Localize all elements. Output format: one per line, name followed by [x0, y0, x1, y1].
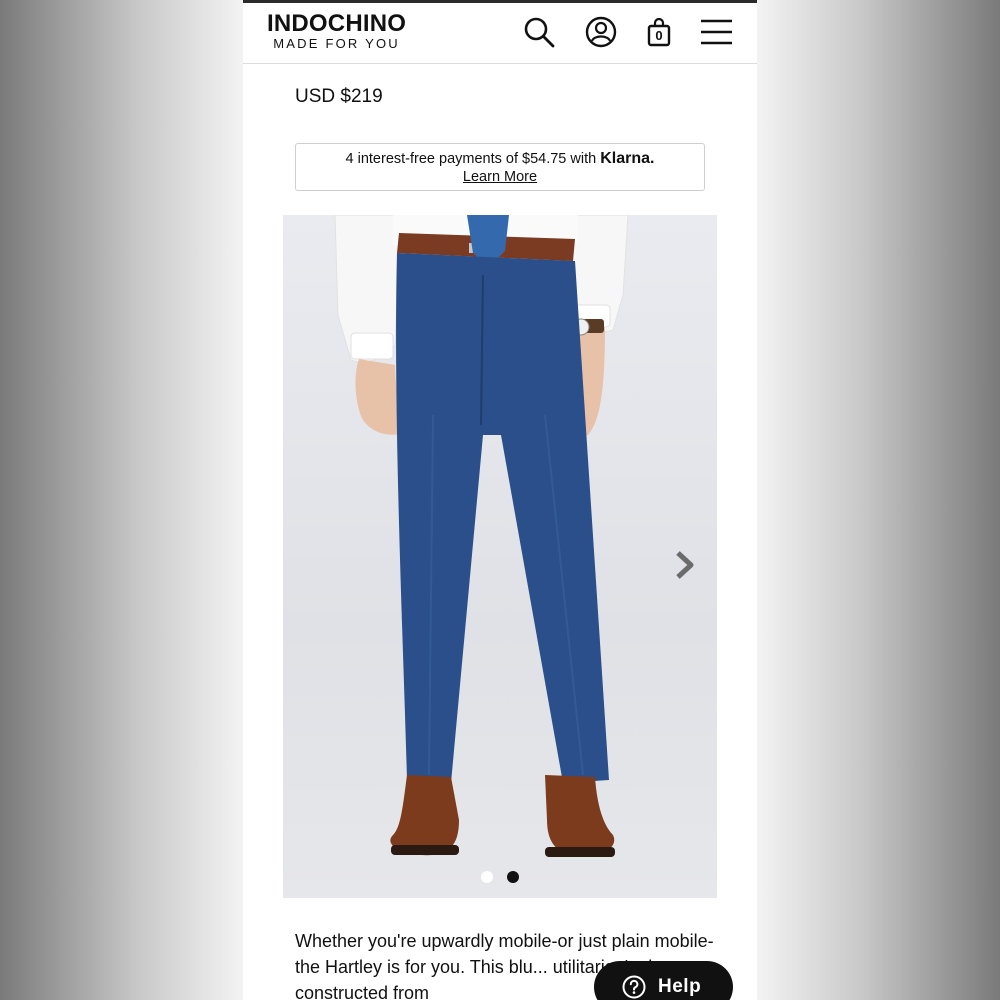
product-photo — [334, 215, 629, 857]
klarna-text: 4 interest-free payments of $54.75 with — [345, 151, 597, 167]
account-icon[interactable] — [584, 15, 618, 49]
product-price: USD $219 — [295, 86, 383, 107]
chevron-right-icon[interactable] — [673, 550, 697, 580]
brand-name: INDOCHINO — [267, 10, 407, 37]
klarna-banner: 4 interest-free payments of $54.75 with … — [295, 143, 705, 191]
shopping-bag-icon[interactable]: 0 — [642, 15, 676, 49]
site-header: INDOCHINO MADE FOR YOU 0 — [243, 3, 757, 64]
gallery-dot-1[interactable] — [481, 871, 493, 883]
brand-logo[interactable]: INDOCHINO MADE FOR YOU — [267, 11, 406, 51]
mobile-viewport: INDOCHINO MADE FOR YOU 0 USD $219 4 inte… — [243, 0, 757, 1000]
search-icon[interactable] — [522, 15, 556, 49]
gallery-dot-2[interactable] — [507, 871, 519, 883]
cart-count: 0 — [655, 28, 663, 43]
help-label: Help — [658, 976, 702, 997]
gallery-pagination — [283, 871, 717, 885]
klarna-logo: Klarna. — [600, 150, 655, 167]
question-icon — [622, 975, 646, 999]
product-image-gallery[interactable] — [283, 215, 717, 898]
help-button[interactable]: Help — [594, 961, 733, 1000]
menu-icon[interactable] — [699, 15, 733, 49]
klarna-learn-more-link[interactable]: Learn More — [296, 168, 704, 186]
brand-tagline: MADE FOR YOU — [273, 36, 400, 51]
